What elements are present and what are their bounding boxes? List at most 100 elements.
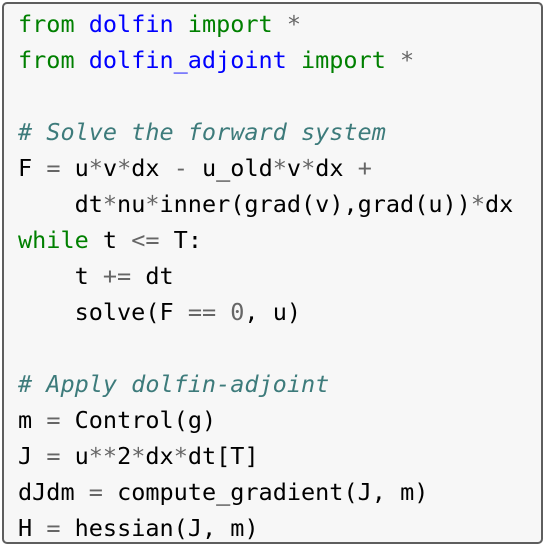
operator-token: - xyxy=(173,154,188,182)
identifier-token: J xyxy=(187,514,202,542)
punctuation-token: : xyxy=(187,226,202,254)
operator-token: * xyxy=(272,154,287,182)
code-line: from dolfin import * xyxy=(18,9,301,39)
code-line: # Apply dolfin-adjoint xyxy=(18,369,329,399)
operator-token: + xyxy=(357,154,372,182)
identifier-token: dt xyxy=(145,262,174,290)
punctuation-token: ), xyxy=(329,190,358,218)
identifier-token: F xyxy=(18,154,33,182)
module-name-token: dolfin_adjoint xyxy=(88,46,287,74)
operator-token: * xyxy=(145,190,160,218)
identifier-token: dJdm xyxy=(18,478,75,506)
identifier-token: F xyxy=(159,298,174,326)
operator-token: <= xyxy=(131,226,160,254)
identifier-token: m xyxy=(400,478,415,506)
operator-token: = xyxy=(46,514,61,542)
identifier-token: dt xyxy=(187,442,217,470)
operator-token: = xyxy=(46,154,61,182)
punctuation-token: ( xyxy=(301,190,316,218)
identifier-token: m xyxy=(18,406,33,434)
punctuation-token: ( xyxy=(145,298,160,326)
keyword-token: while xyxy=(18,226,89,254)
keyword-token: from xyxy=(18,10,75,38)
identifier-token: t xyxy=(102,226,118,254)
identifier-token: Control xyxy=(74,406,174,434)
identifier-token: u xyxy=(428,190,443,218)
identifier-token: T xyxy=(230,442,245,470)
identifier-token: u_old xyxy=(202,154,273,182)
operator-token: * xyxy=(173,442,188,470)
identifier-token: u xyxy=(272,298,287,326)
identifier-token: v xyxy=(102,154,118,182)
identifier-token: compute_gradient xyxy=(117,478,344,506)
identifier-token: dx xyxy=(145,442,174,470)
code-line: while t <= T: xyxy=(18,225,202,255)
identifier-token: dt xyxy=(74,190,103,218)
identifier-token: v xyxy=(315,190,330,218)
punctuation-token: ) xyxy=(244,514,259,542)
identifier-token: dx xyxy=(131,154,160,182)
punctuation-token: ) xyxy=(201,406,217,434)
identifier-token: g xyxy=(187,406,202,434)
identifier-token: m xyxy=(230,514,245,542)
identifier-token: hessian xyxy=(74,514,174,542)
operator-token: ** xyxy=(88,442,118,470)
punctuation-token: ( xyxy=(173,514,188,542)
operator-token: * xyxy=(88,154,103,182)
number-token: 0 xyxy=(230,298,245,326)
identifier-token: J xyxy=(18,442,33,470)
operator-token: * xyxy=(131,442,146,470)
identifier-token: dx xyxy=(315,154,344,182)
keyword-token: import xyxy=(300,46,386,74)
code-line: F = u*v*dx - u_old*v*dx + xyxy=(18,153,372,183)
identifier-token: dx xyxy=(484,190,514,218)
code-block[interactable]: from dolfin import * from dolfin_adjoint… xyxy=(2,2,543,544)
identifier-token: 2 xyxy=(117,442,132,470)
punctuation-token: )) xyxy=(442,190,471,218)
punctuation-token: ( xyxy=(414,190,429,218)
operator-token: * xyxy=(102,190,118,218)
operator-token: * xyxy=(117,154,132,182)
operator-token: += xyxy=(102,262,132,290)
identifier-token: T xyxy=(173,226,188,254)
code-line: H = hessian(J, m) xyxy=(18,513,259,543)
comment-token: # Apply dolfin-adjoint xyxy=(18,370,330,398)
punctuation-token: ( xyxy=(230,190,245,218)
identifier-token: grad xyxy=(357,190,415,218)
operator-token: * xyxy=(470,190,485,218)
operator-token: = xyxy=(88,478,103,506)
code-line: dt*nu*inner(grad(v),grad(u))*dx xyxy=(18,189,514,219)
operator-token: * xyxy=(400,46,415,74)
identifier-token: grad xyxy=(244,190,301,218)
punctuation-token: ) xyxy=(414,478,429,506)
identifier-token: u xyxy=(74,154,89,182)
code-line: # Solve the forward system xyxy=(18,117,386,147)
code-line: dJdm = compute_gradient(J, m) xyxy=(18,477,428,507)
punctuation-token: ( xyxy=(343,478,358,506)
code-line: m = Control(g) xyxy=(18,405,216,435)
